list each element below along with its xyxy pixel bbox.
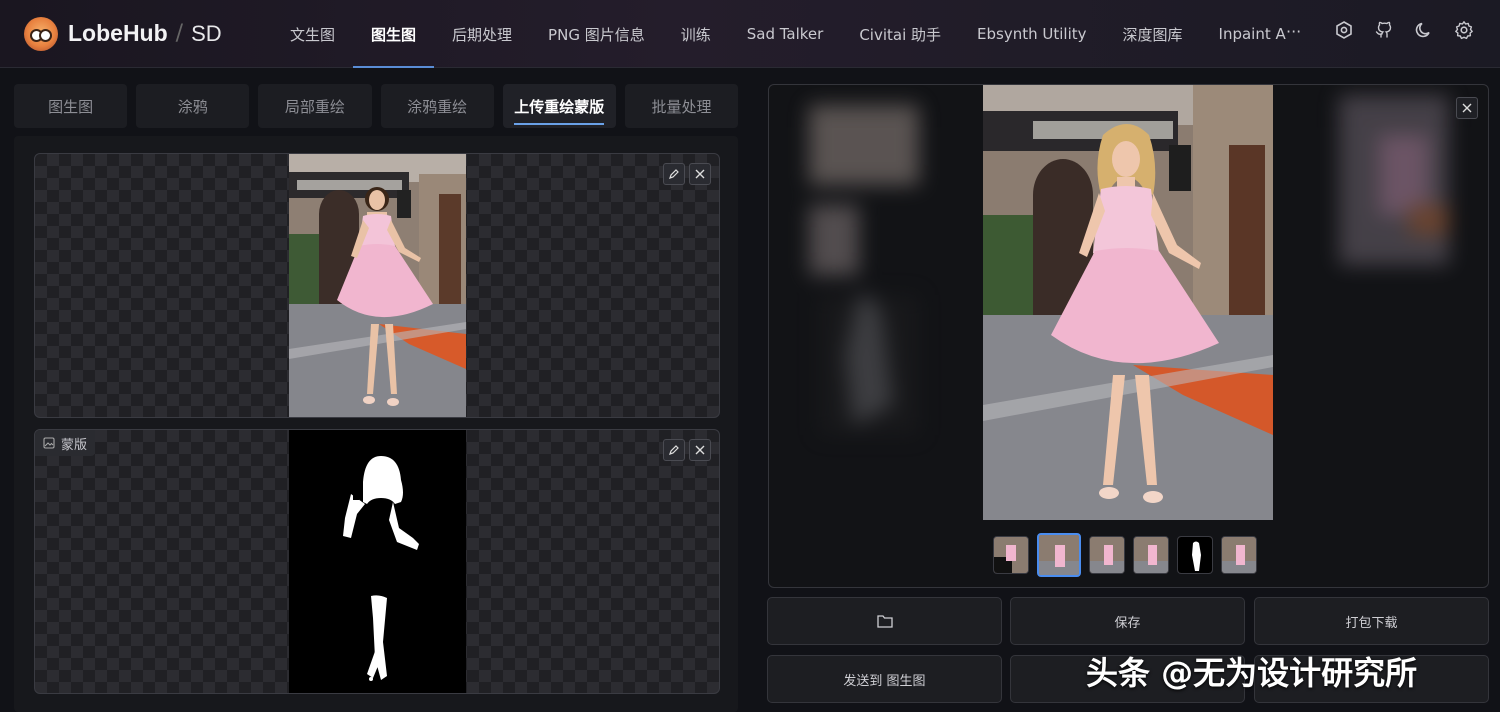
hexagon-icon[interactable] [1334, 20, 1354, 40]
img2img-subtabs: 图生图 涂鸦 局部重绘 涂鸦重绘 上传重绘蒙版 批量处理 [14, 84, 739, 128]
edit-pencil-icon[interactable] [663, 163, 685, 185]
app-root: LobeHub / SD 文生图 图生图 后期处理 PNG 图片信息 训练 Sa… [0, 0, 1500, 712]
brand[interactable]: LobeHub / SD [24, 16, 274, 51]
nav-ebsynth-utility[interactable]: Ebsynth Utility [959, 0, 1104, 68]
header-icons [1334, 20, 1474, 40]
thumbnail[interactable] [1133, 536, 1169, 574]
mask-photo [289, 430, 466, 693]
source-image-canvas[interactable] [34, 153, 720, 418]
save-button[interactable]: 保存 [1010, 597, 1245, 645]
subtab-label: 图生图 [48, 97, 94, 116]
subtab-label: 局部重绘 [284, 97, 345, 116]
subtab-inpaint-upload[interactable]: 上传重绘蒙版 [502, 84, 616, 128]
blurred-preview-right [1339, 95, 1449, 265]
mask-canvas-tools [663, 439, 711, 461]
subtab-img2img[interactable]: 图生图 [14, 84, 128, 128]
selected-output-image[interactable] [983, 85, 1273, 520]
output-gallery [768, 84, 1489, 588]
nav-txt2img[interactable]: 文生图 [272, 0, 353, 68]
source-canvas-tools [663, 163, 711, 185]
top-header: LobeHub / SD 文生图 图生图 后期处理 PNG 图片信息 训练 Sa… [0, 0, 1500, 68]
subtab-sketch[interactable]: 涂鸦 [136, 84, 250, 128]
thumbnail[interactable] [1221, 536, 1257, 574]
thumbnail[interactable] [1089, 536, 1125, 574]
close-icon[interactable] [689, 163, 711, 185]
github-icon[interactable] [1374, 20, 1394, 40]
nav-train[interactable]: 训练 [663, 0, 729, 68]
close-icon[interactable] [689, 439, 711, 461]
watermark: 头条 @无为设计研究所 [1086, 654, 1418, 692]
nav-inpaint-anything[interactable]: Inpaint A [1201, 0, 1289, 68]
main-nav: 文生图 图生图 后期处理 PNG 图片信息 训练 Sad Talker Civi… [272, 0, 1289, 68]
lobehub-logo-icon [24, 16, 58, 51]
nav-img2img[interactable]: 图生图 [353, 0, 435, 68]
thumbnail[interactable] [993, 536, 1029, 574]
subtab-inpaint[interactable]: 局部重绘 [258, 84, 372, 128]
zip-download-button[interactable]: 打包下载 [1254, 597, 1489, 645]
brand-name: LobeHub [68, 20, 168, 46]
blurred-preview-left [809, 105, 919, 435]
send-to-img2img-button[interactable]: 发送到 图生图 [767, 655, 1002, 703]
nav-depth-library[interactable]: 深度图库 [1105, 0, 1201, 68]
upload-area: 蒙版 [14, 136, 738, 712]
nav-more-button[interactable]: ··· [1286, 22, 1301, 41]
subtab-label: 批量处理 [651, 97, 712, 116]
subtab-label: 涂鸦 [177, 97, 208, 116]
nav-sad-talker[interactable]: Sad Talker [729, 0, 842, 68]
mask-image-canvas[interactable]: 蒙版 [34, 429, 720, 694]
input-panel: 图生图 涂鸦 局部重绘 涂鸦重绘 上传重绘蒙版 批量处理 蒙版 [14, 84, 739, 712]
close-preview-icon[interactable] [1456, 97, 1478, 119]
open-folder-button[interactable] [767, 597, 1002, 645]
folder-icon [876, 615, 893, 628]
thumbnail-mask[interactable] [1177, 536, 1213, 574]
image-icon [43, 437, 55, 449]
mask-label: 蒙版 [35, 430, 96, 456]
thumbnail-strip [993, 533, 1257, 577]
nav-png-info[interactable]: PNG 图片信息 [530, 0, 663, 68]
subtab-inpaint-sketch[interactable]: 涂鸦重绘 [380, 84, 494, 128]
nav-extras[interactable]: 后期处理 [434, 0, 530, 68]
gear-icon[interactable] [1454, 20, 1474, 40]
nav-civitai-helper[interactable]: Civitai 助手 [841, 0, 959, 68]
subtab-label: 涂鸦重绘 [407, 97, 468, 116]
brand-separator: / [175, 21, 184, 46]
subtab-label: 上传重绘蒙版 [514, 96, 605, 125]
brand-sub: SD [191, 20, 222, 46]
subtab-batch[interactable]: 批量处理 [624, 84, 739, 128]
edit-pencil-icon[interactable] [663, 439, 685, 461]
mask-label-text: 蒙版 [61, 437, 88, 453]
source-photo [289, 154, 466, 417]
thumbnail-selected[interactable] [1037, 533, 1081, 577]
moon-icon[interactable] [1414, 20, 1434, 40]
